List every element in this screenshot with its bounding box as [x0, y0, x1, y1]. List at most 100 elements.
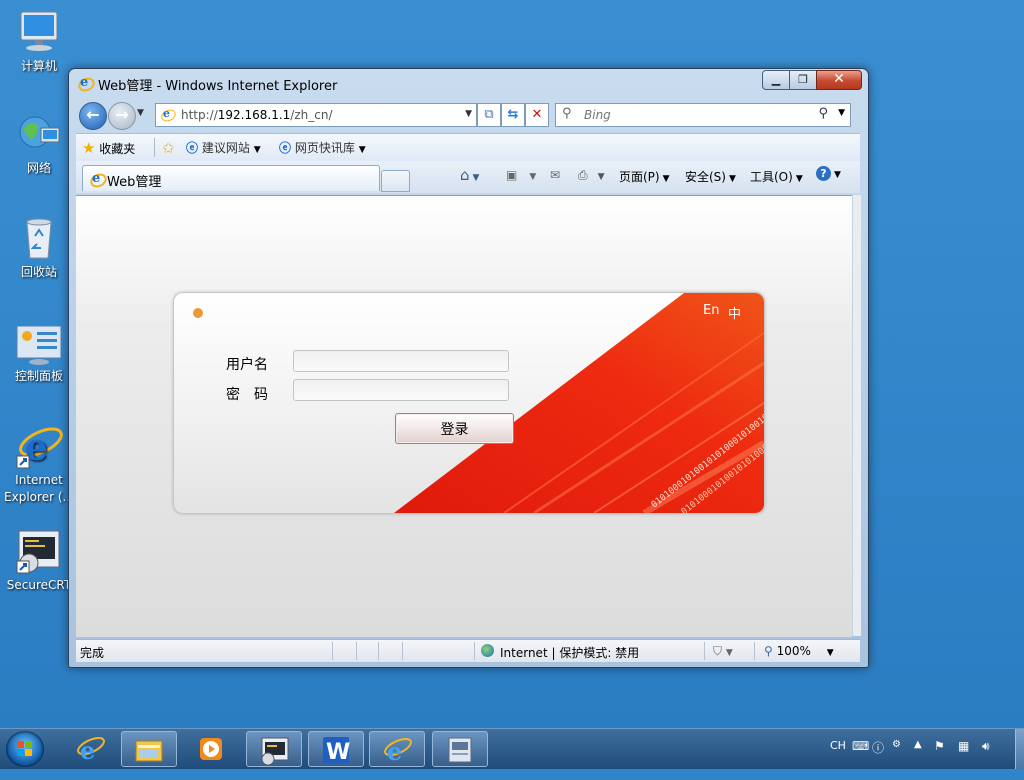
file-explorer-icon	[122, 732, 176, 778]
desktop-icon-securecrt[interactable]: SecureCRT	[2, 527, 76, 594]
taskbar-file-explorer[interactable]	[121, 731, 177, 767]
password-input[interactable]	[293, 379, 509, 401]
taskbar-wps-writer[interactable]: W	[308, 731, 364, 767]
forward-arrow-icon: →	[115, 105, 129, 124]
zoom-magnifier-icon: ⚲	[764, 644, 773, 658]
windows-logo-icon	[17, 741, 33, 757]
print-button[interactable]: ⎙ ▼	[578, 168, 605, 183]
minimize-button[interactable]: ▁	[762, 70, 790, 90]
title-bar[interactable]: e Web管理 - Windows Internet Explorer ▁ ❐ …	[69, 69, 868, 97]
address-bar[interactable]: e http://192.168.1.1/zh_cn/ ▼	[155, 103, 477, 127]
taskbar-media-player[interactable]	[183, 731, 239, 767]
status-dot	[193, 308, 203, 318]
tools-menu-label: 工具(O)	[750, 170, 793, 184]
taskbar: e W e CH ⌨ ⓘ ⚙ ▲ ⚑ ▦ 🔊︎	[0, 728, 1024, 769]
show-desktop-button[interactable]	[1015, 729, 1024, 769]
recycle-bin-icon	[15, 214, 63, 262]
tools-menu[interactable]: 工具(O) ▼	[750, 168, 803, 185]
desktop-icon-label: 网络	[26, 161, 51, 175]
stop-button[interactable]: ✕	[525, 103, 549, 127]
start-button[interactable]	[6, 731, 44, 767]
refresh-button[interactable]: ⇆	[501, 103, 525, 127]
safety-menu[interactable]: 安全(S) ▼	[685, 168, 736, 185]
system-tray: CH ⌨ ⓘ ⚙ ▲ ⚑ ▦ 🔊︎	[826, 729, 1016, 769]
address-host: 192.168.1.1	[217, 108, 291, 122]
home-icon: ⌂	[460, 166, 470, 184]
taskbar-securecrt[interactable]	[246, 731, 302, 767]
feeds-button[interactable]: ▣ ▼	[506, 168, 536, 182]
back-arrow-icon: ←	[86, 105, 100, 124]
login-panel: 0101000101001010100010100101010101 01010…	[173, 292, 765, 514]
compatibility-view-button[interactable]: ⧉	[477, 103, 501, 127]
username-input[interactable]	[293, 350, 509, 372]
desktop-icon-network[interactable]: 网络	[2, 110, 76, 177]
chevron-down-icon: ▼	[725, 648, 733, 658]
protected-mode-button[interactable]: ⛉ ▼	[713, 644, 733, 659]
search-input[interactable]	[582, 107, 806, 123]
help-menu[interactable]: ? ▼	[816, 166, 841, 181]
favorites-button[interactable]: ★ 收藏夹	[82, 139, 135, 157]
volume-icon[interactable]: 🔊︎	[982, 739, 990, 754]
read-mail-button[interactable]: ✉	[550, 168, 560, 182]
forward-button[interactable]: →	[108, 102, 136, 130]
vertical-scrollbar[interactable]	[852, 195, 861, 636]
search-options-dropdown-icon[interactable]: ▼	[838, 108, 845, 118]
status-text: 完成	[80, 646, 105, 660]
web-slice-gallery-button[interactable]: ⓔ 网页快讯库 ▼	[279, 139, 366, 156]
address-dropdown-icon[interactable]: ▼	[465, 109, 472, 119]
add-to-favorites-bar-button[interactable]: ✩	[162, 139, 175, 157]
action-center-flag-icon[interactable]: ⚑	[934, 739, 945, 753]
new-tab-button[interactable]	[381, 170, 410, 192]
security-zone-text[interactable]: Internet | 保护模式: 禁用	[500, 644, 639, 661]
desktop-icon-label: SecureCRT	[6, 578, 72, 592]
back-button[interactable]: ←	[79, 102, 107, 130]
language-english-link[interactable]: En	[703, 303, 719, 318]
close-button[interactable]: ✕	[816, 70, 862, 90]
svg-text:e: e	[387, 737, 402, 766]
search-icon[interactable]: ⚲	[818, 106, 828, 121]
securecrt-icon	[247, 732, 301, 779]
internet-zone-globe-icon	[481, 644, 494, 657]
favorites-star-icon: ★	[82, 139, 96, 157]
stop-icon: ✕	[531, 107, 543, 122]
desktop-icon-recycle-bin[interactable]: 回收站	[2, 214, 76, 281]
language-chinese-link[interactable]: 中	[728, 303, 741, 322]
keyboard-icon[interactable]: ⌨	[852, 739, 869, 753]
input-language-indicator[interactable]: CH	[830, 739, 846, 752]
internet-explorer-icon: e	[370, 732, 424, 780]
zoom-button[interactable]: ⚲ 100% ▼	[764, 644, 834, 658]
status-separator	[356, 642, 357, 660]
internet-explorer-icon: e	[62, 731, 118, 779]
login-button[interactable]: 登录	[395, 413, 514, 444]
maximize-button[interactable]: ❐	[789, 70, 817, 90]
desktop-icon-computer[interactable]: 计算机	[2, 8, 76, 75]
desktop-icon-internet-explorer[interactable]: e Internet Explorer (...	[2, 422, 76, 506]
internet-explorer-window: e Web管理 - Windows Internet Explorer ▁ ❐ …	[68, 68, 869, 668]
chevron-down-icon: ▼	[529, 172, 537, 182]
tab-ie-icon: e	[88, 171, 109, 190]
help-tray-icon[interactable]: ⓘ	[872, 739, 884, 756]
tab-web-admin[interactable]: e Web管理	[82, 165, 380, 191]
page-menu[interactable]: 页面(P) ▼	[619, 168, 670, 185]
tab-and-command-bar: e Web管理 ⌂ ▼ ▣ ▼ ✉ ⎙ ▼ 页面(P) ▼ 安全(S) ▼ 工具(O) ▼ …	[76, 161, 860, 193]
address-prefix: http://	[181, 108, 218, 122]
input-options-icon[interactable]: ⚙	[892, 739, 901, 750]
recent-pages-dropdown[interactable]: ▼	[137, 108, 144, 118]
chevron-down-icon: ▼	[472, 173, 480, 183]
desktop-icon-control-panel[interactable]: 控制面板	[2, 318, 76, 385]
taskbar-network-tool[interactable]	[432, 731, 488, 767]
suggested-sites-button[interactable]: ⓔ 建议网站 ▼	[186, 139, 261, 156]
home-button[interactable]: ⌂ ▼	[460, 166, 479, 184]
taskbar-internet-explorer[interactable]: e	[62, 731, 118, 767]
restore-icon: ❐	[798, 73, 808, 86]
network-status-icon[interactable]: ▦	[958, 739, 969, 753]
control-panel-icon	[15, 318, 63, 366]
status-bar: 完成 Internet | 保护模式: 禁用 ⛉ ▼ ⚲ 100% ▼	[76, 639, 860, 662]
page-icon: e	[159, 107, 178, 124]
taskbar-internet-explorer-active[interactable]: e	[369, 731, 425, 767]
help-icon: ?	[816, 166, 831, 181]
window-title: Web管理 - Windows Internet Explorer	[98, 79, 338, 94]
minimize-icon: ▁	[771, 73, 781, 86]
status-separator	[704, 642, 705, 660]
show-hidden-icons-icon[interactable]: ▲	[914, 739, 922, 750]
